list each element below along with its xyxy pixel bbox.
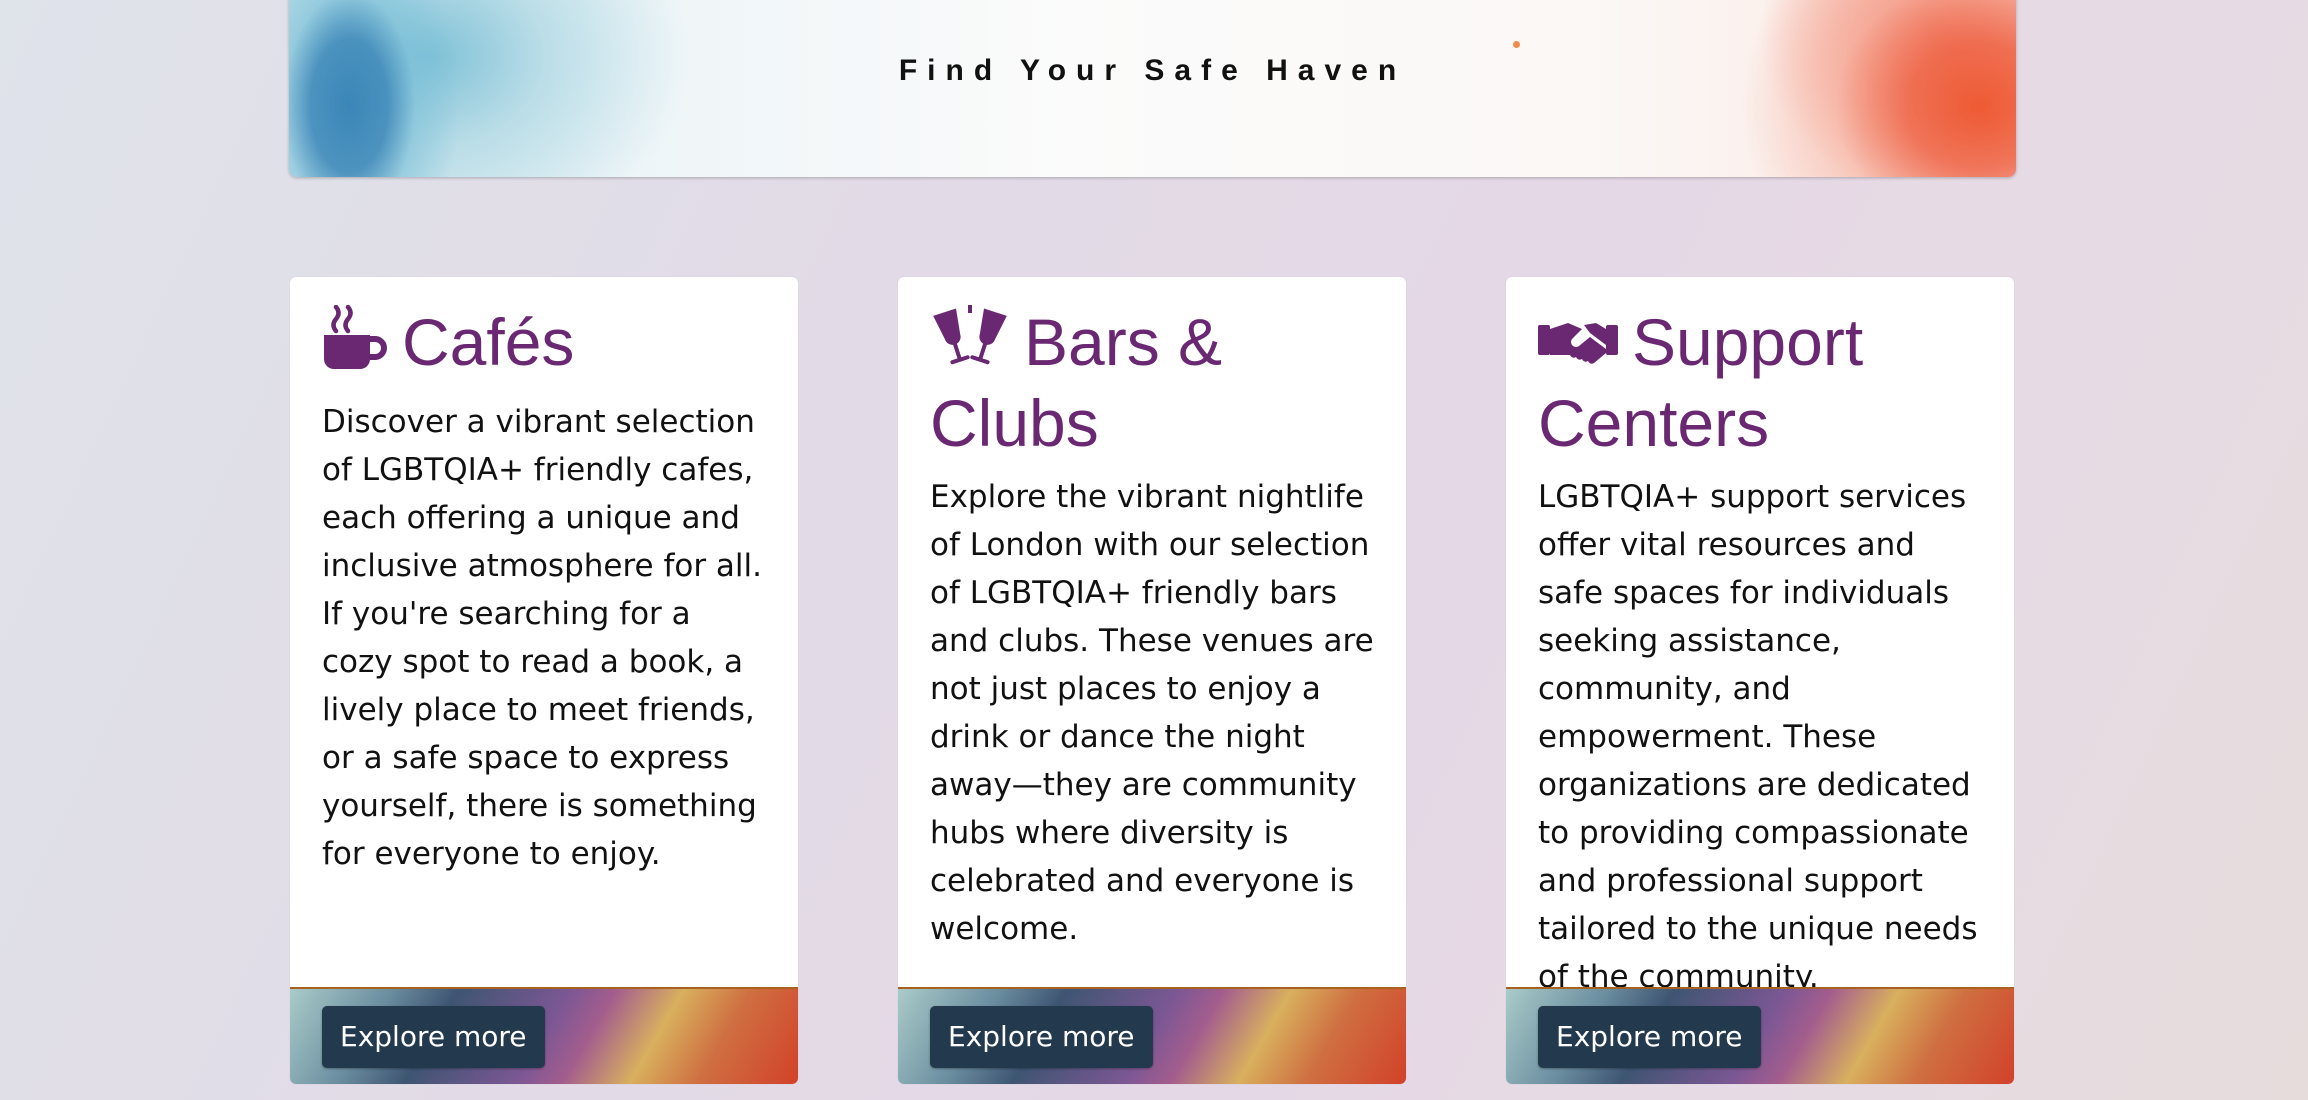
card-body: Bars & Clubs Explore the vibrant nightli… bbox=[930, 305, 1378, 953]
card-body: Support Centers LGBTQIA+ support service… bbox=[1538, 305, 1986, 1001]
card-bars-clubs: Bars & Clubs Explore the vibrant nightli… bbox=[898, 277, 1406, 1084]
card-description: LGBTQIA+ support services offer vital re… bbox=[1538, 479, 1978, 995]
card-footer: Explore more bbox=[898, 987, 1406, 1084]
banner-decoration-dot bbox=[1513, 41, 1520, 48]
card-title: Bars & Clubs bbox=[930, 305, 1378, 461]
card-footer: Explore more bbox=[1506, 987, 2014, 1084]
banner-title: Find Your Safe Haven bbox=[898, 54, 1407, 87]
card-cafes: Cafés Discover a vibrant selection of LG… bbox=[290, 277, 798, 1084]
card-footer: Explore more bbox=[290, 987, 798, 1084]
card-description: Discover a vibrant selection of LGBTQIA+… bbox=[322, 404, 763, 872]
card-body: Cafés Discover a vibrant selection of LG… bbox=[322, 304, 770, 878]
explore-more-button[interactable]: Explore more bbox=[1538, 1006, 1761, 1068]
handshake-icon bbox=[1538, 311, 1618, 386]
card-support-centers: Support Centers LGBTQIA+ support service… bbox=[1506, 277, 2014, 1084]
hero-banner: Find Your Safe Haven bbox=[289, 0, 2016, 177]
card-title: Cafés bbox=[322, 304, 770, 386]
card-description: Explore the vibrant nightlife of London … bbox=[930, 479, 1374, 947]
champagne-glasses-icon bbox=[930, 305, 1010, 386]
mug-hot-icon bbox=[322, 304, 388, 386]
explore-more-button[interactable]: Explore more bbox=[322, 1006, 545, 1068]
card-title-text: Cafés bbox=[402, 305, 575, 379]
card-title: Support Centers bbox=[1538, 305, 1986, 461]
explore-more-button[interactable]: Explore more bbox=[930, 1006, 1153, 1068]
